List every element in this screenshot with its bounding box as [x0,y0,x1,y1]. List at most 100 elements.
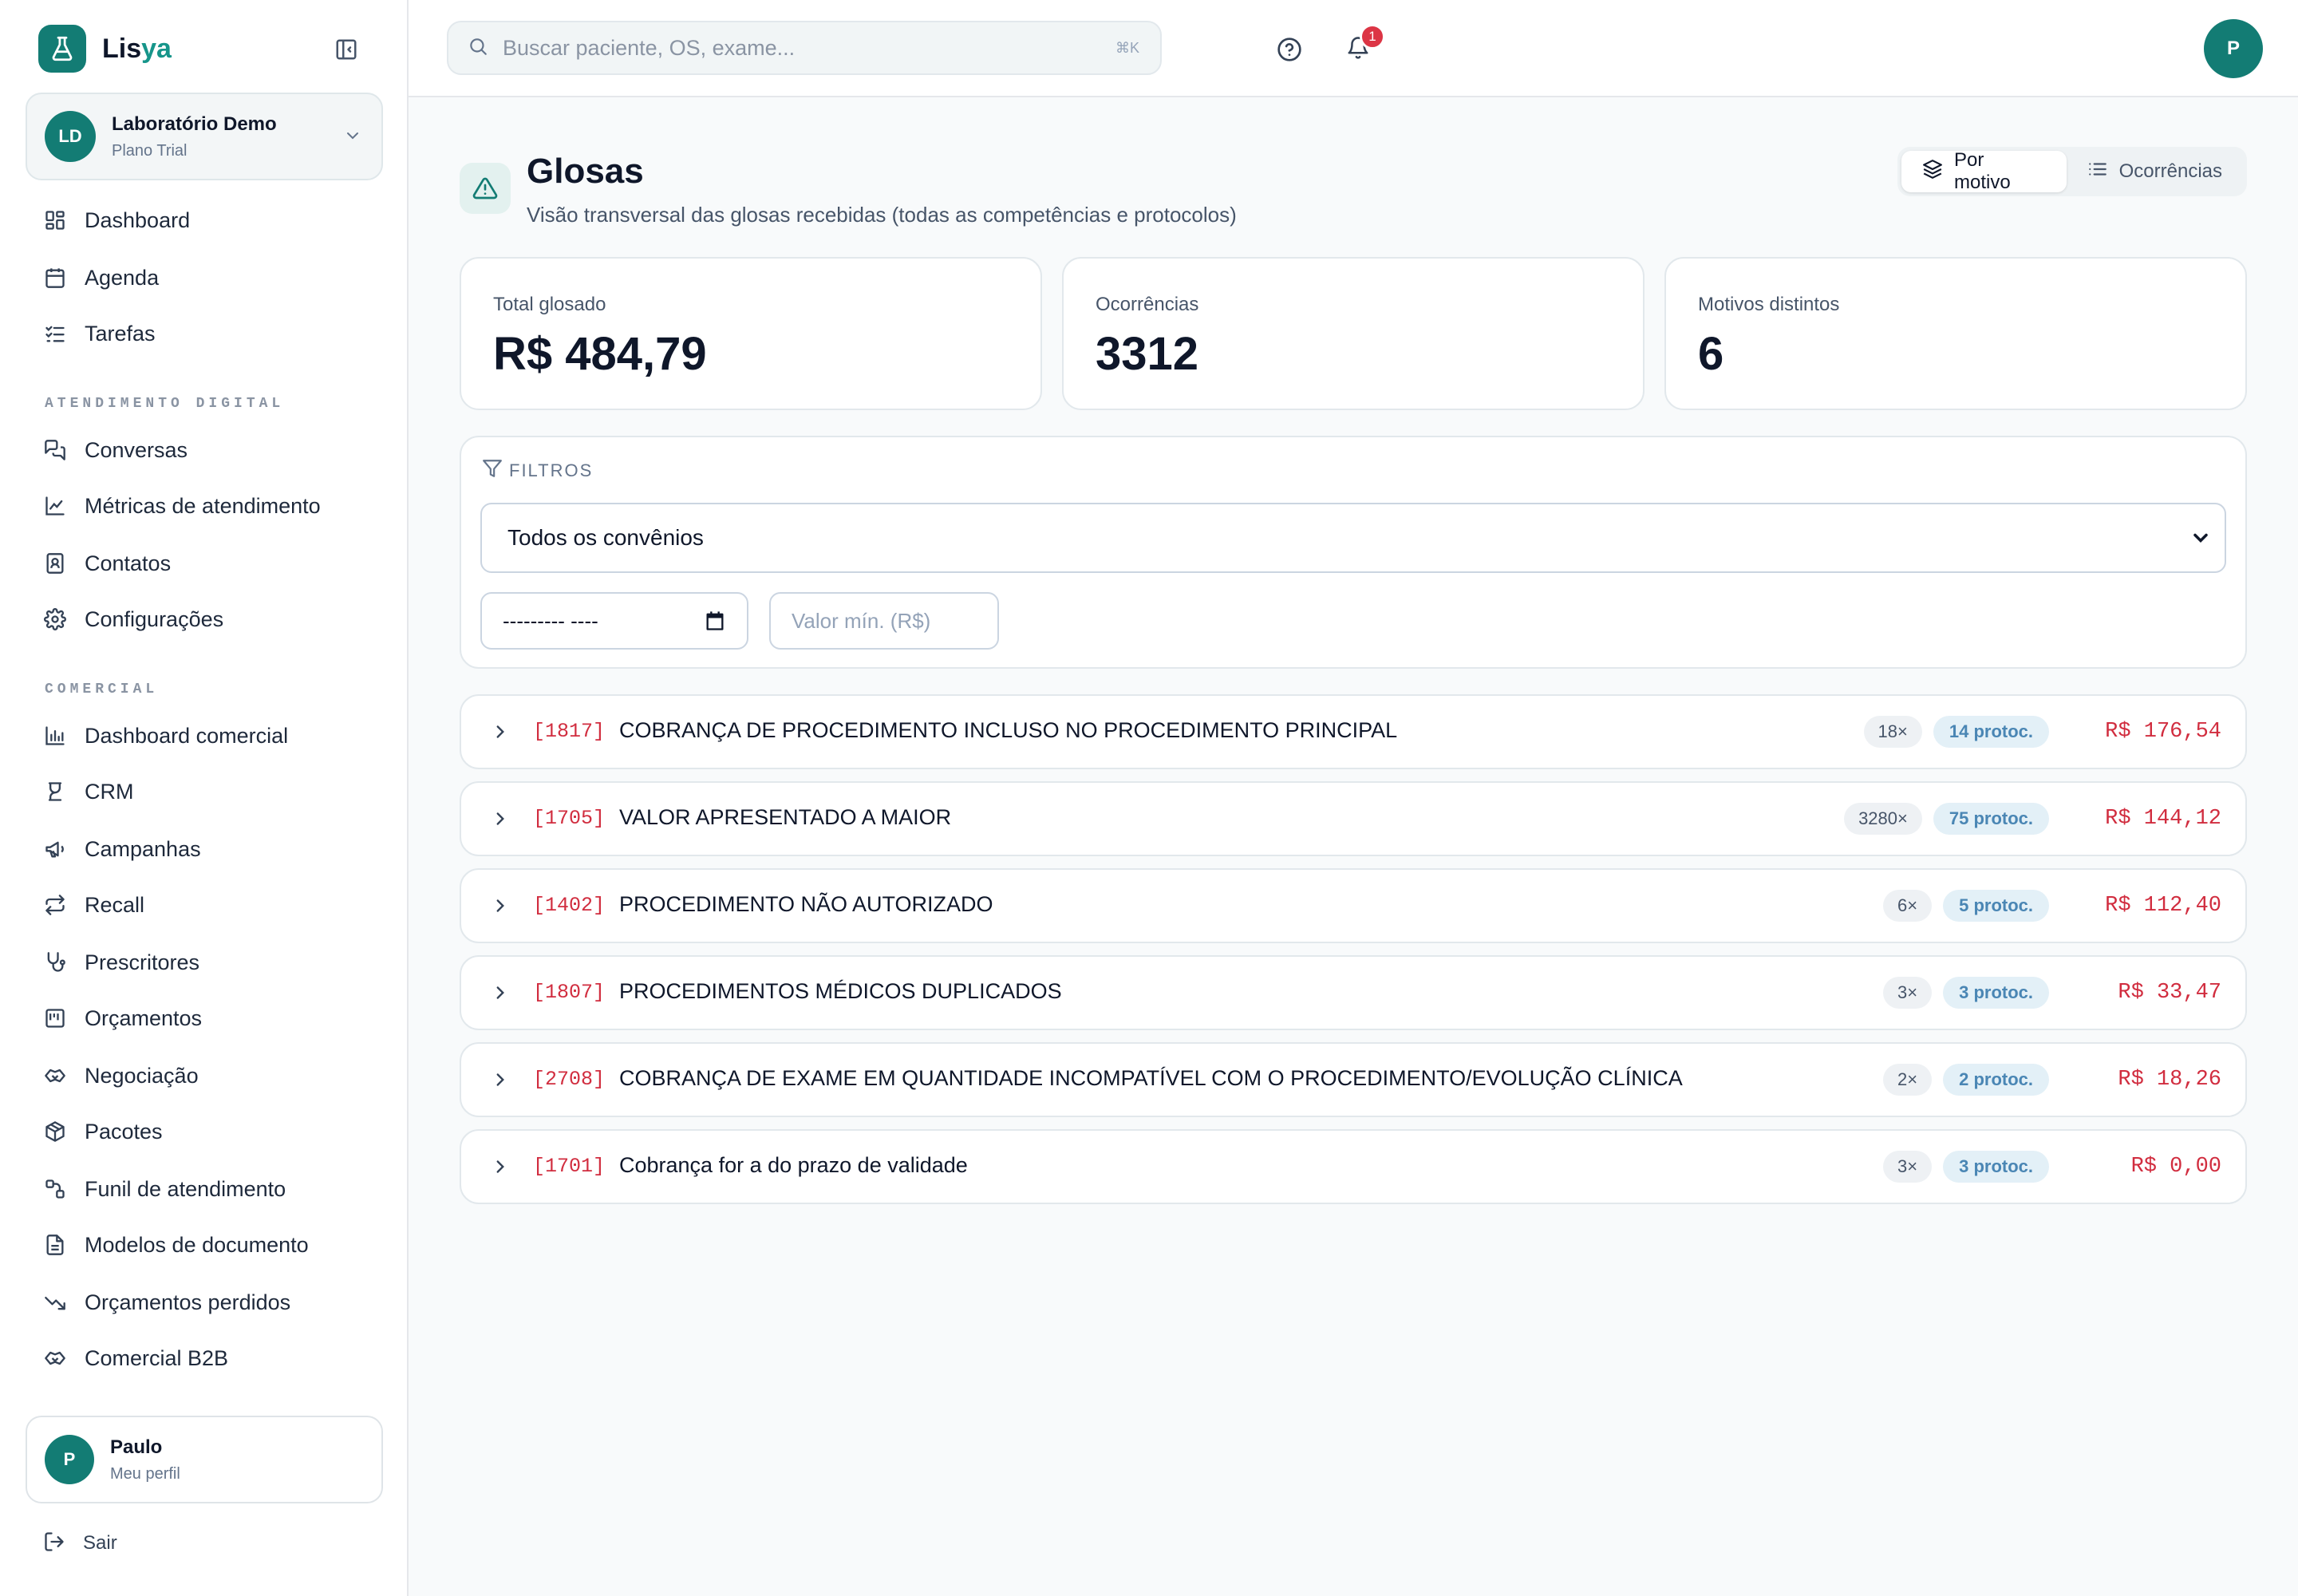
sidebar-item-orcamentos[interactable]: Orçamentos [26,996,383,1041]
brand[interactable]: Lisya [38,24,172,73]
occurrence-count-badge: 18× [1863,716,1922,748]
glosa-code: [1807] [533,981,606,1004]
sidebar-item-orcamentos-perdidos[interactable]: Orçamentos perdidos [26,1280,383,1325]
convenio-select[interactable]: Todos os convênios [480,503,2226,573]
sidebar-item-label: Tarefas [85,321,156,346]
glosa-amount: R$ 176,54 [2105,720,2221,744]
search-input[interactable]: Buscar paciente, OS, exame... ⌘K [447,21,1162,75]
organization-switcher[interactable]: LD Laboratório Demo Plano Trial [26,93,383,180]
chevron-right-icon [490,982,511,1007]
package-icon [43,1120,67,1144]
glosa-amount: R$ 112,40 [2105,894,2221,918]
glosa-row[interactable]: [1705] VALOR APRESENTADO A MAIOR 3280× 7… [460,781,2247,856]
protocol-count-badge: 3 protoc. [1943,977,2049,1009]
repeat-icon [43,893,67,917]
handshake-icon [43,1346,67,1370]
sidebar-item-label: Métricas de atendimento [85,493,321,518]
sidebar-item-label: Contatos [85,551,172,575]
min-value-input[interactable]: Valor mín. (R$) [769,592,999,650]
sidebar-item-label: Dashboard [85,207,191,232]
help-icon[interactable] [1272,32,1307,67]
glosa-title: PROCEDIMENTO NÃO AUTORIZADO [619,892,993,916]
occurrence-count-badge: 3× [1883,1151,1933,1183]
sidebar-item-funil[interactable]: Funil de atendimento [26,1167,383,1211]
filters-heading: FILTROS [482,458,593,483]
tab-ocorrencias[interactable]: Ocorrências [2067,151,2243,192]
sidebar-item-modelos-documento[interactable]: Modelos de documento [26,1223,383,1267]
logout-icon [43,1531,65,1557]
organization-name: Laboratório Demo [112,113,277,135]
stat-label: Total glosado [493,294,606,315]
user-profile-card[interactable]: P Paulo Meu perfil [26,1416,383,1503]
handshake-icon [43,1064,67,1088]
funnel-icon [43,1177,67,1201]
user-subtitle: Meu perfil [110,1464,180,1483]
brand-name: Lisya [102,33,172,64]
logout-label: Sair [83,1532,117,1554]
protocol-count-badge: 2 protoc. [1943,1064,2049,1096]
sidebar-item-label: Conversas [85,437,188,462]
min-value-placeholder: Valor mín. (R$) [792,608,931,633]
chevron-right-icon [490,895,511,920]
sidebar-item-contatos[interactable]: Contatos [26,541,383,586]
sidebar-item-campanhas[interactable]: Campanhas [26,827,383,871]
top-user-avatar[interactable]: P [2204,19,2263,78]
sidebar: Lisya LD Laboratório Demo Plano Trial Da… [0,0,409,1596]
sidebar-item-prescritores[interactable]: Prescritores [26,940,383,985]
occurrence-count-badge: 2× [1883,1064,1933,1096]
occurrence-count-badge: 3× [1883,977,1933,1009]
glosa-row[interactable]: [2708] COBRANÇA DE EXAME EM QUANTIDADE I… [460,1042,2247,1117]
sidebar-item-conversas[interactable]: Conversas [26,428,383,472]
sidebar-item-dashboard-comercial[interactable]: Dashboard comercial [26,713,383,758]
occurrence-count-badge: 3280× [1844,803,1922,835]
glosa-amount: R$ 33,47 [2118,981,2221,1005]
collapse-sidebar-icon[interactable] [330,35,362,64]
sidebar-item-dashboard[interactable]: Dashboard [26,198,383,243]
stat-label: Ocorrências [1096,294,1199,315]
chat-icon [43,438,67,462]
sidebar-item-crm[interactable]: CRM [26,769,383,814]
notifications-button[interactable]: 1 [1340,24,1385,67]
calendar-icon[interactable] [704,610,726,638]
topbar: Buscar paciente, OS, exame... ⌘K 1 P [409,0,2298,97]
tab-label: Ocorrências [2118,160,2222,182]
sidebar-item-comercial-b2b[interactable]: Comercial B2B [26,1336,383,1381]
chevron-right-icon [490,721,511,746]
sidebar-item-label: Orçamentos [85,1005,203,1030]
sidebar-item-configuracoes[interactable]: Configurações [26,597,383,642]
dashboard-icon [43,208,67,232]
calendar-icon [43,266,67,290]
glosa-row[interactable]: [1817] COBRANÇA DE PROCEDIMENTO INCLUSO … [460,694,2247,769]
glosa-code: [1402] [533,894,606,917]
glosa-code: [1705] [533,807,606,830]
sidebar-item-pacotes[interactable]: Pacotes [26,1109,383,1154]
contacts-icon [43,551,67,575]
glosa-row[interactable]: [1402] PROCEDIMENTO NÃO AUTORIZADO 6× 5 … [460,868,2247,943]
sidebar-item-agenda[interactable]: Agenda [26,255,383,300]
list-icon [2087,159,2108,185]
organization-avatar: LD [45,111,96,162]
glosa-title: PROCEDIMENTOS MÉDICOS DUPLICADOS [619,979,1062,1003]
sidebar-item-metricas[interactable]: Métricas de atendimento [26,484,383,528]
sidebar-item-recall[interactable]: Recall [26,883,383,927]
sidebar-item-label: Prescritores [85,950,200,974]
glosa-title: VALOR APRESENTADO A MAIOR [619,805,952,829]
chevron-right-icon [490,1156,511,1181]
view-toggle: Por motivo Ocorrências [1897,147,2247,196]
sidebar-item-label: Configurações [85,606,224,631]
date-filter-input[interactable]: --------- ---- [480,592,748,650]
glosa-row[interactable]: [1807] PROCEDIMENTOS MÉDICOS DUPLICADOS … [460,955,2247,1030]
convenio-selected-value: Todos os convênios [507,525,704,550]
tab-por-motivo[interactable]: Por motivo [1901,149,2067,193]
glosa-row[interactable]: [1701] Cobrança for a do prazo de valida… [460,1129,2247,1204]
sidebar-item-negociacao[interactable]: Negociação [26,1053,383,1098]
glosa-title: COBRANÇA DE PROCEDIMENTO INCLUSO NO PROC… [619,718,1398,742]
sidebar-item-label: Pacotes [85,1119,163,1144]
protocol-count-badge: 75 protoc. [1933,803,2049,835]
warning-icon [460,163,511,214]
sidebar-item-tarefas[interactable]: Tarefas [26,311,383,356]
bar-chart-icon [43,724,67,748]
gear-icon [43,607,67,631]
logout-button[interactable]: Sair [43,1526,117,1561]
megaphone-icon [43,837,67,861]
